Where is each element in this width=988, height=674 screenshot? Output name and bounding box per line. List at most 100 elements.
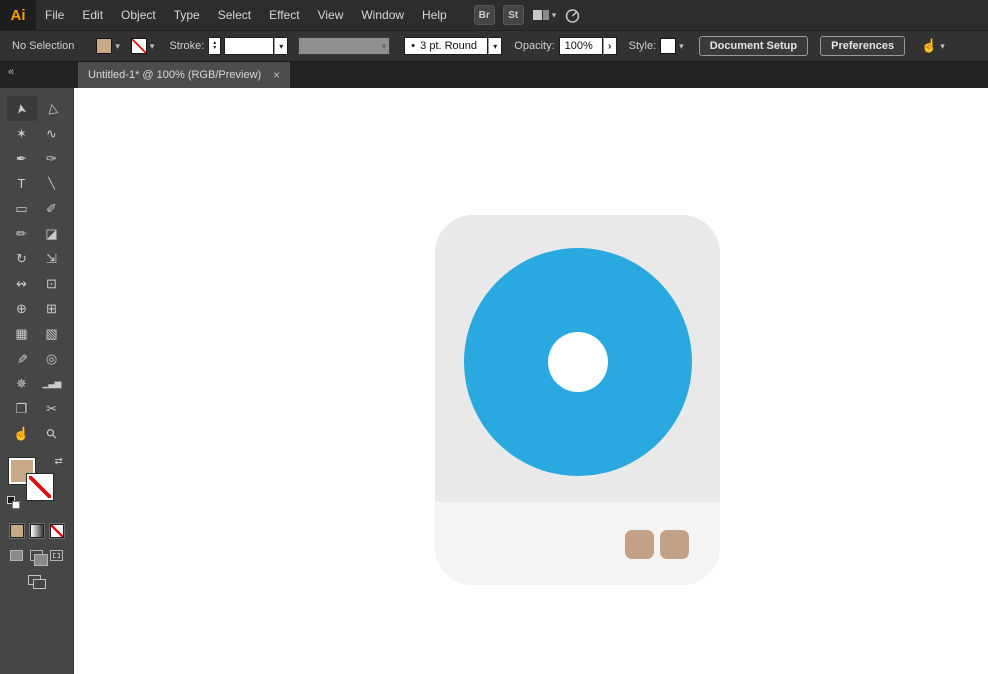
fill-color-swatch[interactable] <box>96 38 113 54</box>
symbol-sprayer-tool-icon: ✵ <box>16 375 27 391</box>
chevron-down-icon[interactable]: ▾ <box>274 37 289 55</box>
width-tool[interactable]: ↭ <box>7 271 37 296</box>
fill-color-control[interactable]: ▾ <box>96 38 123 54</box>
curvature-tool-icon: ✑ <box>46 150 57 166</box>
screen-mode-button[interactable] <box>27 575 46 589</box>
color-mode-buttons <box>9 524 64 538</box>
chevron-down-icon[interactable]: ▾ <box>115 41 120 51</box>
touch-workspace-icon: ☝ <box>921 38 938 53</box>
eraser-tool[interactable]: ◪ <box>37 221 67 246</box>
line-segment-tool-icon: ╲ <box>48 178 55 190</box>
control-bar: No Selection ▾ ▾ Stroke: ▴ ▾ ▾ ▾ • 3 pt.… <box>0 30 988 62</box>
opacity-dropdown-arrow-icon[interactable]: › <box>602 37 617 55</box>
blend-tool[interactable]: ◎ <box>37 346 67 371</box>
paintbrush-tool[interactable]: ✐ <box>37 196 67 221</box>
opacity-input[interactable]: 100% <box>558 37 603 55</box>
column-graph-tool[interactable]: ▁▃▅ <box>37 371 67 396</box>
stock-button[interactable]: St <box>502 5 524 25</box>
pen-tool[interactable]: ✒ <box>7 146 37 171</box>
collapse-panel-icon[interactable]: « <box>0 62 74 78</box>
draw-behind-button[interactable] <box>30 550 48 566</box>
direct-selection-tool[interactable]: ▷ <box>37 96 67 121</box>
stroke-weight-value[interactable] <box>224 37 275 55</box>
mesh-tool-icon: ▦ <box>15 325 28 341</box>
tools-grid: ➤ ▷ ✶ ∿ ✒ ✑ T ╲ ▭ ✐ ✏ ◪ ↻ ⇲ ↭ ⊡ ⊕ ⊞ ▦ ▧ … <box>6 96 67 446</box>
opacity-control[interactable]: 100% › <box>558 37 617 55</box>
artwork-disc-hole-shape[interactable] <box>548 332 608 392</box>
style-select[interactable]: ▾ <box>660 38 687 54</box>
menu-window[interactable]: Window <box>352 0 413 30</box>
document-tab[interactable]: Untitled-1* @ 100% (RGB/Preview) × <box>78 62 291 88</box>
rotate-tool[interactable]: ↻ <box>7 246 37 271</box>
stepper-down-icon[interactable]: ▾ <box>213 45 216 51</box>
rectangle-tool[interactable]: ▭ <box>7 196 37 221</box>
artboard-tool[interactable]: ❐ <box>7 396 37 421</box>
shape-builder-tool[interactable]: ⊕ <box>7 296 37 321</box>
brush-definition-field[interactable]: • 3 pt. Round <box>404 37 489 55</box>
style-swatch[interactable] <box>660 38 677 54</box>
stroke-weight-stepper[interactable]: ▴ ▾ <box>208 37 222 55</box>
default-fill-stroke-icon[interactable] <box>6 496 21 510</box>
style-label: Style: <box>628 40 657 52</box>
preferences-button[interactable]: Preferences <box>820 36 906 56</box>
close-icon[interactable]: × <box>273 68 280 82</box>
stroke-color-swatch[interactable] <box>130 38 147 54</box>
zoom-tool-icon: ⚲ <box>42 424 60 442</box>
screen-mode-icon-overlay <box>32 579 46 589</box>
mesh-tool[interactable]: ▦ <box>7 321 37 346</box>
menu-select[interactable]: Select <box>209 0 260 30</box>
stroke-color-control[interactable]: ▾ <box>130 38 158 54</box>
scale-tool-icon: ⇲ <box>46 250 57 266</box>
chevron-down-icon[interactable]: ▾ <box>679 41 684 51</box>
artwork-tan-button-right[interactable] <box>660 530 689 559</box>
brush-definition-select[interactable]: • 3 pt. Round ▾ <box>390 37 503 55</box>
chevron-down-icon: ▾ <box>381 40 387 51</box>
document-setup-button[interactable]: Document Setup <box>698 36 809 56</box>
draw-inside-button[interactable] <box>50 550 63 561</box>
color-button[interactable] <box>9 524 24 538</box>
hand-tool[interactable]: ☝ <box>7 421 37 446</box>
artwork-tan-button-left[interactable] <box>625 530 654 559</box>
lasso-tool[interactable]: ∿ <box>37 121 67 146</box>
menu-type[interactable]: Type <box>165 0 209 30</box>
magic-wand-tool[interactable]: ✶ <box>7 121 37 146</box>
perspective-grid-tool[interactable]: ⊞ <box>37 296 67 321</box>
bridge-button[interactable]: Br <box>473 5 495 25</box>
free-transform-tool[interactable]: ⊡ <box>37 271 67 296</box>
chevron-down-icon[interactable]: ▾ <box>488 37 503 55</box>
gpu-performance-icon[interactable] <box>564 7 581 24</box>
swap-fill-stroke-icon[interactable]: ⇄ <box>55 456 63 467</box>
type-tool[interactable]: T <box>7 171 37 196</box>
gradient-tool[interactable]: ▧ <box>37 321 67 346</box>
gradient-button[interactable] <box>29 524 44 538</box>
menu-file[interactable]: File <box>36 0 73 30</box>
symbol-sprayer-tool[interactable]: ✵ <box>7 371 37 396</box>
menu-edit[interactable]: Edit <box>73 0 112 30</box>
eyedropper-tool[interactable]: ✎ <box>7 346 37 371</box>
magic-wand-tool-icon: ✶ <box>16 125 27 141</box>
selection-tool[interactable]: ➤ <box>6 96 37 121</box>
width-profile-select: ▾ <box>298 37 391 55</box>
zoom-tool[interactable]: ⚲ <box>37 421 67 446</box>
line-segment-tool[interactable]: ╲ <box>37 171 67 196</box>
direct-selection-tool-icon: ▷ <box>42 102 60 115</box>
stroke-swatch[interactable] <box>26 474 53 500</box>
arrange-documents-button[interactable]: ▾ <box>532 8 556 22</box>
draw-normal-button[interactable] <box>10 550 23 561</box>
artboard-canvas[interactable] <box>74 88 988 674</box>
menu-view[interactable]: View <box>309 0 353 30</box>
slice-tool[interactable]: ✂ <box>37 396 67 421</box>
touch-workspace-toggle[interactable]: ☝ ▾ <box>921 38 945 54</box>
menu-effect[interactable]: Effect <box>260 0 308 30</box>
stroke-weight-select[interactable]: ▾ <box>224 37 289 55</box>
tool-panel: ➤ ▷ ✶ ∿ ✒ ✑ T ╲ ▭ ✐ ✏ ◪ ↻ ⇲ ↭ ⊡ ⊕ ⊞ ▦ ▧ … <box>0 88 74 674</box>
curvature-tool[interactable]: ✑ <box>37 146 67 171</box>
chevron-down-icon[interactable]: ▾ <box>150 41 155 51</box>
pencil-tool[interactable]: ✏ <box>7 221 37 246</box>
menu-object[interactable]: Object <box>112 0 165 30</box>
appbar-icons: Br St ▾ <box>473 5 582 25</box>
menu-help[interactable]: Help <box>413 0 456 30</box>
none-button[interactable] <box>49 524 64 538</box>
scale-tool[interactable]: ⇲ <box>37 246 67 271</box>
document-tab-title: Untitled-1* @ 100% (RGB/Preview) <box>88 69 262 81</box>
